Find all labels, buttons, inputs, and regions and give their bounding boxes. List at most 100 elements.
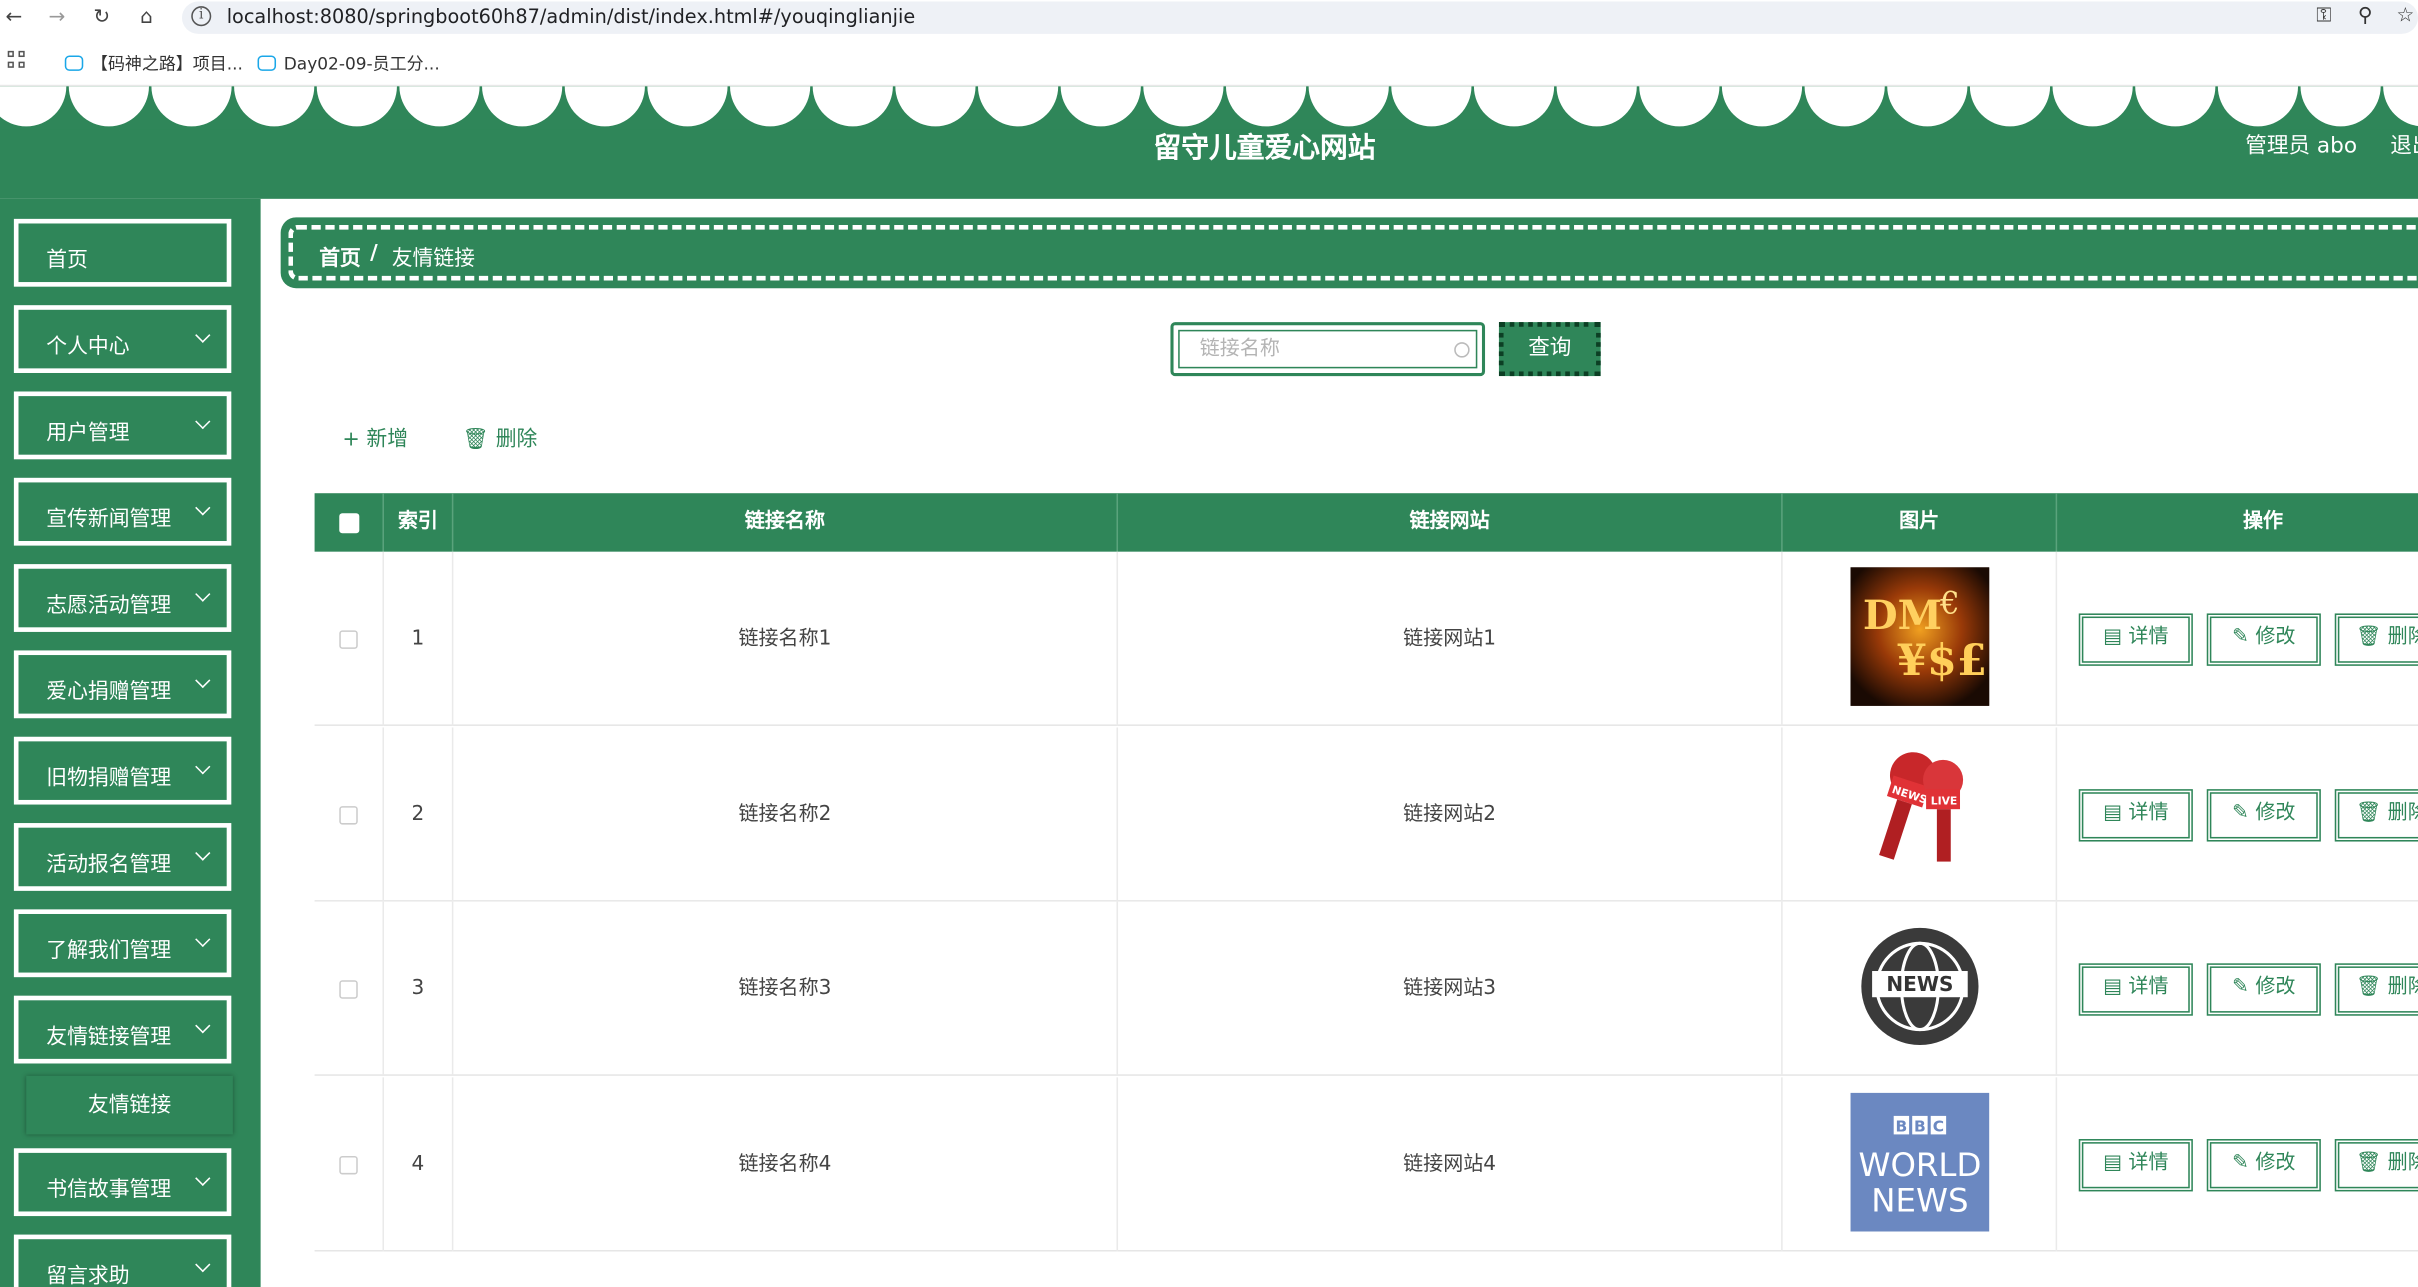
screen: ← → ↻ ⌂ i localhost:8080/springboot60h87… xyxy=(0,0,2418,1287)
delete-label: 删除 xyxy=(495,426,538,452)
row-checkbox[interactable] xyxy=(339,630,358,649)
row-action-button[interactable]: ✎ 修改 xyxy=(2206,788,2321,841)
row-index: 3 xyxy=(384,901,454,1076)
plus-icon: + xyxy=(342,426,367,452)
action-label: 详情 xyxy=(2128,1150,2169,1174)
reload-icon[interactable]: ↻ xyxy=(88,5,116,33)
table-row: 2链接名称2链接网站2NEWSLIVE▤ 详情✎ 修改🗑 删除 xyxy=(314,726,2418,901)
table-row: 3链接名称3链接网站3NEWS▤ 详情✎ 修改🗑 删除 xyxy=(314,901,2418,1076)
sidebar-item-label: 留言求助 xyxy=(46,1263,130,1287)
bilibili-icon xyxy=(64,55,84,71)
svg-text:¥$£: ¥$£ xyxy=(1897,635,1987,686)
row-action-button[interactable]: ✎ 修改 xyxy=(2206,963,2321,1016)
sidebar-item[interactable]: 用户管理 xyxy=(13,391,232,460)
edit-icon: ✎ xyxy=(2232,625,2256,649)
scallop-border xyxy=(0,86,2418,130)
bookmark-item[interactable]: 【码神之路】项目... xyxy=(64,51,243,76)
svg-text:LIVE: LIVE xyxy=(1931,794,1958,807)
action-label: 详情 xyxy=(2128,975,2169,999)
row-link-name: 链接名称2 xyxy=(453,726,1119,901)
delete-button[interactable]: 🗑 删除 xyxy=(463,421,538,452)
row-link-site: 链接网站3 xyxy=(1118,901,1783,1076)
breadcrumb-home[interactable]: 首页 xyxy=(319,240,361,272)
site-info-icon[interactable]: i xyxy=(191,6,212,27)
sidebar-item-label: 宣传新闻管理 xyxy=(46,507,172,532)
key-icon[interactable]: ⚿ xyxy=(2316,5,2331,28)
row-action-button[interactable]: 🗑 删除 xyxy=(2334,788,2418,841)
bookmark-label: Day02-09-员工分... xyxy=(283,53,440,74)
forward-icon[interactable]: → xyxy=(43,5,71,33)
sidebar-item[interactable]: 友情链接管理 xyxy=(13,995,232,1064)
row-link-name: 链接名称1 xyxy=(453,551,1119,726)
table-row: 1链接名称1链接网站1DM¥$£€▤ 详情✎ 修改🗑 删除 xyxy=(314,551,2418,726)
svg-text:NEWS: NEWS xyxy=(1871,1181,1968,1219)
url-text[interactable]: localhost:8080/springboot60h87/admin/dis… xyxy=(227,5,916,28)
row-action-button[interactable]: ▤ 详情 xyxy=(2078,788,2193,841)
apps-grid-icon[interactable] xyxy=(7,50,27,69)
sidebar-item-label: 活动报名管理 xyxy=(46,852,172,877)
link-thumbnail-image: B B C WORLD NEWS xyxy=(1850,1092,1990,1231)
sidebar-item[interactable]: 宣传新闻管理 xyxy=(13,477,232,546)
logout-link[interactable]: 退出 xyxy=(2390,129,2418,160)
search-box xyxy=(1170,322,1486,377)
row-action-button[interactable]: 🗑 删除 xyxy=(2334,963,2418,1016)
row-action-button[interactable]: ✎ 修改 xyxy=(2206,613,2321,666)
back-icon[interactable]: ← xyxy=(0,5,28,33)
sidebar-item[interactable]: 旧物捐赠管理 xyxy=(13,736,232,805)
edit-icon: ✎ xyxy=(2232,800,2256,824)
search-input[interactable] xyxy=(1178,329,1478,369)
row-checkbox[interactable] xyxy=(339,805,358,824)
sidebar-subitem-links[interactable]: 友情链接 xyxy=(26,1075,233,1135)
chevron-down-icon xyxy=(195,1170,211,1186)
svg-text:C: C xyxy=(1933,1117,1944,1135)
row-link-name: 链接名称3 xyxy=(453,901,1119,1076)
row-action-button[interactable]: 🗑 删除 xyxy=(2334,613,2418,666)
sidebar-item[interactable]: 志愿活动管理 xyxy=(13,564,232,632)
svg-text:WORLD: WORLD xyxy=(1858,1145,1981,1183)
home-icon[interactable]: ⌂ xyxy=(133,5,161,33)
row-link-site: 链接网站2 xyxy=(1118,726,1783,901)
sidebar-item[interactable]: 个人中心 xyxy=(13,305,232,373)
row-action-button[interactable]: ▤ 详情 xyxy=(2078,963,2193,1016)
action-label: 修改 xyxy=(2255,975,2296,999)
bookmark-item[interactable]: Day02-09-员工分... xyxy=(257,51,440,76)
row-link-site: 链接网站1 xyxy=(1118,551,1783,726)
row-select-cell xyxy=(315,726,384,901)
add-button[interactable]: + 新增 xyxy=(342,421,408,452)
zoom-icon[interactable]: ⚲ xyxy=(2358,5,2373,28)
row-checkbox[interactable] xyxy=(339,980,358,999)
sidebar-item-label: 用户管理 xyxy=(46,420,130,446)
trash-icon: 🗑 xyxy=(2355,1150,2388,1174)
row-select-cell xyxy=(315,1076,384,1251)
breadcrumb xyxy=(280,217,2418,289)
sidebar-item[interactable]: 书信故事管理 xyxy=(13,1148,232,1217)
row-action-button[interactable]: ✎ 修改 xyxy=(2206,1138,2321,1191)
sidebar-item-label: 爱心捐赠管理 xyxy=(46,679,172,705)
row-checkbox[interactable] xyxy=(339,1155,358,1174)
bilibili-icon xyxy=(257,55,277,71)
col-name: 链接名称 xyxy=(453,493,1119,552)
sidebar-item[interactable]: 活动报名管理 xyxy=(13,823,232,891)
edit-icon: ✎ xyxy=(2232,975,2256,999)
sidebar-item[interactable]: 留言求助 xyxy=(13,1234,232,1287)
svg-text:DM: DM xyxy=(1863,592,1942,639)
row-action-button[interactable]: ▤ 详情 xyxy=(2078,613,2193,666)
select-all-checkbox[interactable] xyxy=(339,513,360,534)
row-action-button[interactable]: ▤ 详情 xyxy=(2078,1138,2193,1191)
sidebar-item[interactable]: 首页 xyxy=(13,218,232,287)
row-select-cell xyxy=(315,901,384,1076)
row-action-button[interactable]: 🗑 删除 xyxy=(2334,1138,2418,1191)
query-button[interactable]: 查询 xyxy=(1498,322,1601,377)
edit-icon: ✎ xyxy=(2232,1150,2256,1174)
chevron-down-icon xyxy=(195,1257,211,1273)
chevron-down-icon xyxy=(195,500,211,516)
current-user: 管理员 abo xyxy=(2245,134,2358,159)
sidebar-item[interactable]: 了解我们管理 xyxy=(13,909,232,978)
action-label: 详情 xyxy=(2128,625,2169,649)
bookmark-star-icon[interactable]: ☆ xyxy=(2396,5,2414,28)
sidebar-item[interactable]: 爱心捐赠管理 xyxy=(13,650,232,719)
bookmark-label: 【码神之路】项目... xyxy=(90,53,243,74)
col-image: 图片 xyxy=(1783,493,2058,552)
col-site: 链接网站 xyxy=(1118,493,1783,552)
trash-icon: 🗑 xyxy=(2355,625,2388,649)
